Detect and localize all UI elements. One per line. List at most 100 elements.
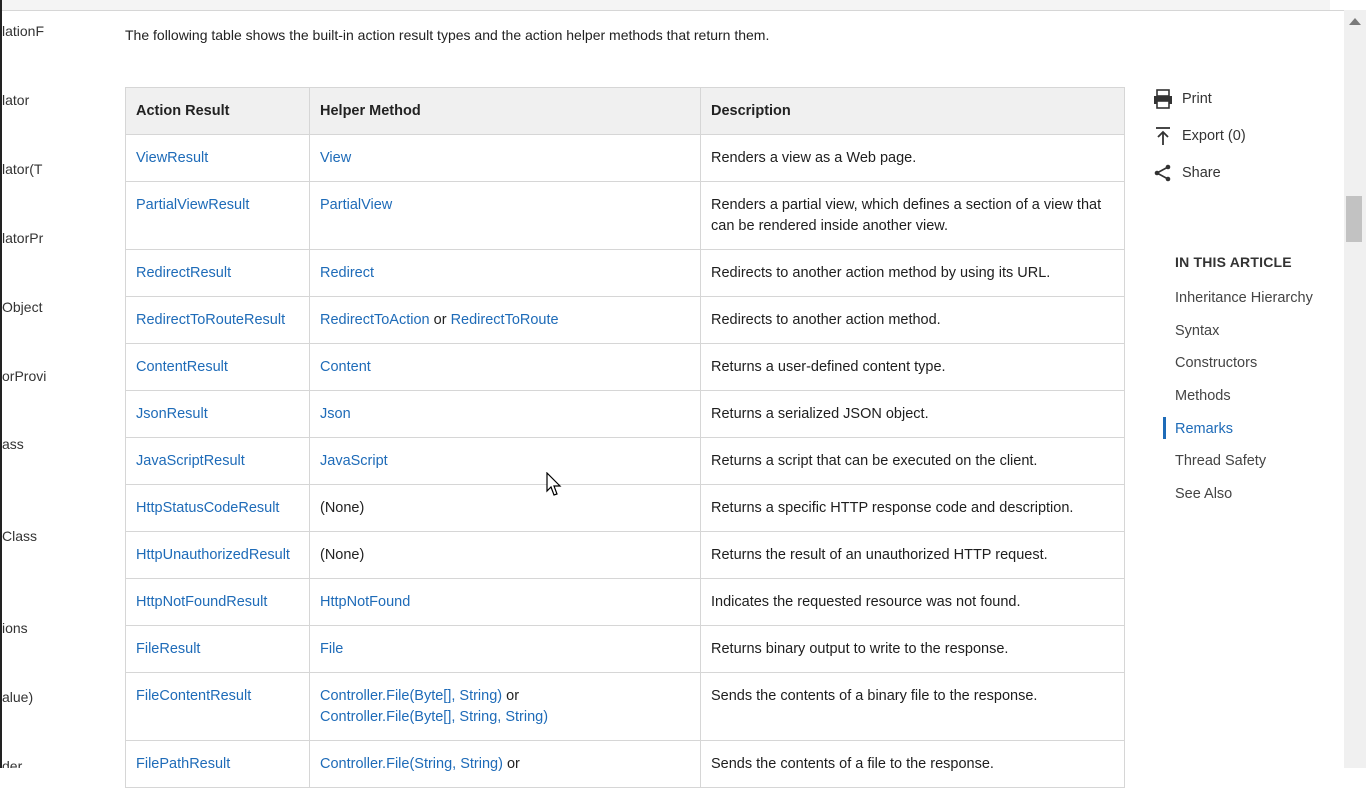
left-toc-item[interactable]: alue) (2, 689, 33, 705)
mouse-cursor-icon (546, 472, 562, 496)
print-button[interactable]: Print (1152, 80, 1246, 117)
article-link-constructors[interactable]: Constructors (1175, 353, 1313, 386)
left-toc-item[interactable]: lator(T (2, 161, 42, 177)
table-row: JavaScriptResult JavaScript Returns a scri… (125, 437, 1125, 485)
action-result-cell: RedirectToRouteResult (125, 296, 310, 344)
helper-method-link[interactable]: HttpNotFound (320, 594, 410, 610)
table-row: PartialViewResult PartialView Renders a pa… (125, 181, 1125, 250)
export-label: Export (0) (1182, 127, 1246, 144)
helper-method-link[interactable]: Controller.File(Byte[], String, String) (320, 709, 548, 725)
table-row: HttpUnauthorizedResult (None) Returns the … (125, 531, 1125, 579)
scrollbar-thumb[interactable] (1346, 196, 1362, 242)
in-this-article-nav: IN THIS ARTICLE Inheritance Hierarchy Sy… (1163, 252, 1313, 517)
column-header-helper-method: Helper Method (309, 87, 701, 135)
table-row: JsonResult Json Returns a serialized JSON … (125, 390, 1125, 438)
helper-method-link[interactable]: Controller.File(String, String) (320, 756, 503, 772)
helper-method-link[interactable]: Redirect (320, 265, 374, 281)
left-toc-item[interactable]: lationF (2, 23, 44, 39)
scroll-up-arrow-icon[interactable] (1349, 18, 1361, 25)
action-result-link[interactable]: PartialViewResult (136, 197, 249, 213)
helper-method-link[interactable]: PartialView (320, 197, 392, 213)
action-result-link[interactable]: ViewResult (136, 150, 208, 166)
helper-method-cell: (None) (309, 531, 701, 579)
share-button[interactable]: Share (1152, 154, 1246, 191)
helper-method-link[interactable]: Json (320, 406, 351, 422)
helper-text: (None) (320, 547, 365, 563)
action-result-link[interactable]: RedirectToRouteResult (136, 312, 285, 328)
action-result-link[interactable]: HttpStatusCodeResult (136, 500, 279, 516)
article-link-methods[interactable]: Methods (1175, 386, 1313, 419)
table-row: HttpNotFoundResult HttpNotFound Indicates … (125, 578, 1125, 626)
table-row: FileResult File Returns binary output to w… (125, 625, 1125, 673)
helper-method-link[interactable]: JavaScript (320, 453, 388, 469)
page-actions: Print Export (0) Share (1152, 80, 1246, 191)
helper-text: or (506, 756, 520, 772)
left-toc-item[interactable]: ions (2, 620, 28, 636)
printer-icon (1154, 88, 1172, 109)
description-cell: Redirects to another action method by us… (700, 249, 1125, 297)
action-result-link[interactable]: JavaScriptResult (136, 453, 245, 469)
action-result-cell: RedirectResult (125, 249, 310, 297)
helper-method-link[interactable]: Controller.File(Byte[], String) (320, 688, 502, 704)
helper-method-cell: Controller.File(Byte[], String) or Contro… (309, 672, 701, 741)
helper-method-cell: (None) (309, 484, 701, 532)
helper-method-link[interactable]: RedirectToAction (320, 312, 430, 328)
action-results-table: Action Result Helper Method Description … (125, 87, 1125, 788)
article-link-syntax[interactable]: Syntax (1175, 321, 1313, 354)
description-cell: Indicates the requested resource was not… (700, 578, 1125, 626)
helper-method-cell: File (309, 625, 701, 673)
article-link-inheritance-hierarchy[interactable]: Inheritance Hierarchy (1175, 288, 1313, 321)
action-result-link[interactable]: FileContentResult (136, 688, 251, 704)
page-header-strip (0, 0, 1330, 11)
description-cell: Renders a partial view, which defines a … (700, 181, 1125, 250)
left-toc-item[interactable]: ass (2, 436, 24, 452)
description-cell: Sends the contents of a file to the resp… (700, 740, 1125, 788)
helper-method-link[interactable]: File (320, 641, 343, 657)
action-result-link[interactable]: FileResult (136, 641, 200, 657)
vertical-scrollbar[interactable] (1344, 10, 1366, 768)
left-toc-item[interactable]: Class (2, 528, 37, 544)
action-result-cell: FileContentResult (125, 672, 310, 741)
action-result-link[interactable]: HttpUnauthorizedResult (136, 547, 290, 563)
export-button[interactable]: Export (0) (1152, 117, 1246, 154)
description-cell: Returns a script that can be executed on… (700, 437, 1125, 485)
action-result-link[interactable]: RedirectResult (136, 265, 231, 281)
article-link-see-also[interactable]: See Also (1175, 484, 1313, 517)
table-row: ViewResult View Renders a view as a Web pa… (125, 134, 1125, 182)
action-result-link[interactable]: JsonResult (136, 406, 208, 422)
helper-method-link[interactable]: RedirectToRoute (451, 312, 559, 328)
left-toc-item[interactable]: lator (2, 92, 29, 108)
description-cell: Returns binary output to write to the re… (700, 625, 1125, 673)
left-toc-item[interactable]: der (2, 758, 22, 768)
print-label: Print (1182, 90, 1212, 107)
left-toc-item[interactable]: orProvi (2, 368, 46, 384)
action-result-cell: HttpNotFoundResult (125, 578, 310, 626)
description-cell: Returns a user-defined content type. (700, 343, 1125, 391)
left-toc-panel: lationF lator lator(T latorPr Object orP… (0, 0, 62, 768)
description-cell: Returns a specific HTTP response code an… (700, 484, 1125, 532)
action-result-cell: JavaScriptResult (125, 437, 310, 485)
in-this-article-heading: IN THIS ARTICLE (1175, 254, 1292, 270)
article-link-thread-safety[interactable]: Thread Safety (1175, 451, 1313, 484)
table-header-row: Action Result Helper Method Description (125, 87, 1125, 135)
article-link-remarks[interactable]: Remarks (1163, 416, 1313, 452)
helper-method-cell: Content (309, 343, 701, 391)
action-result-cell: PartialViewResult (125, 181, 310, 250)
helper-method-link[interactable]: Content (320, 359, 371, 375)
share-icon (1154, 164, 1171, 181)
left-toc-item[interactable]: latorPr (2, 230, 43, 246)
helper-method-cell: Json (309, 390, 701, 438)
helper-method-link[interactable]: View (320, 150, 351, 166)
table-row: FileContentResult Controller.File(Byte[],… (125, 672, 1125, 741)
left-toc-item[interactable]: Object (2, 299, 42, 315)
helper-method-cell: Redirect (309, 249, 701, 297)
action-result-link[interactable]: HttpNotFoundResult (136, 594, 267, 610)
table-row: ContentResult Content Returns a user-defin… (125, 343, 1125, 391)
action-result-link[interactable]: FilePathResult (136, 756, 230, 772)
intro-paragraph: The following table shows the built-in a… (125, 27, 770, 43)
column-header-action-result: Action Result (125, 87, 310, 135)
action-result-cell: ContentResult (125, 343, 310, 391)
action-result-link[interactable]: ContentResult (136, 359, 228, 375)
helper-text: or (433, 312, 447, 328)
helper-method-cell: View (309, 134, 701, 182)
